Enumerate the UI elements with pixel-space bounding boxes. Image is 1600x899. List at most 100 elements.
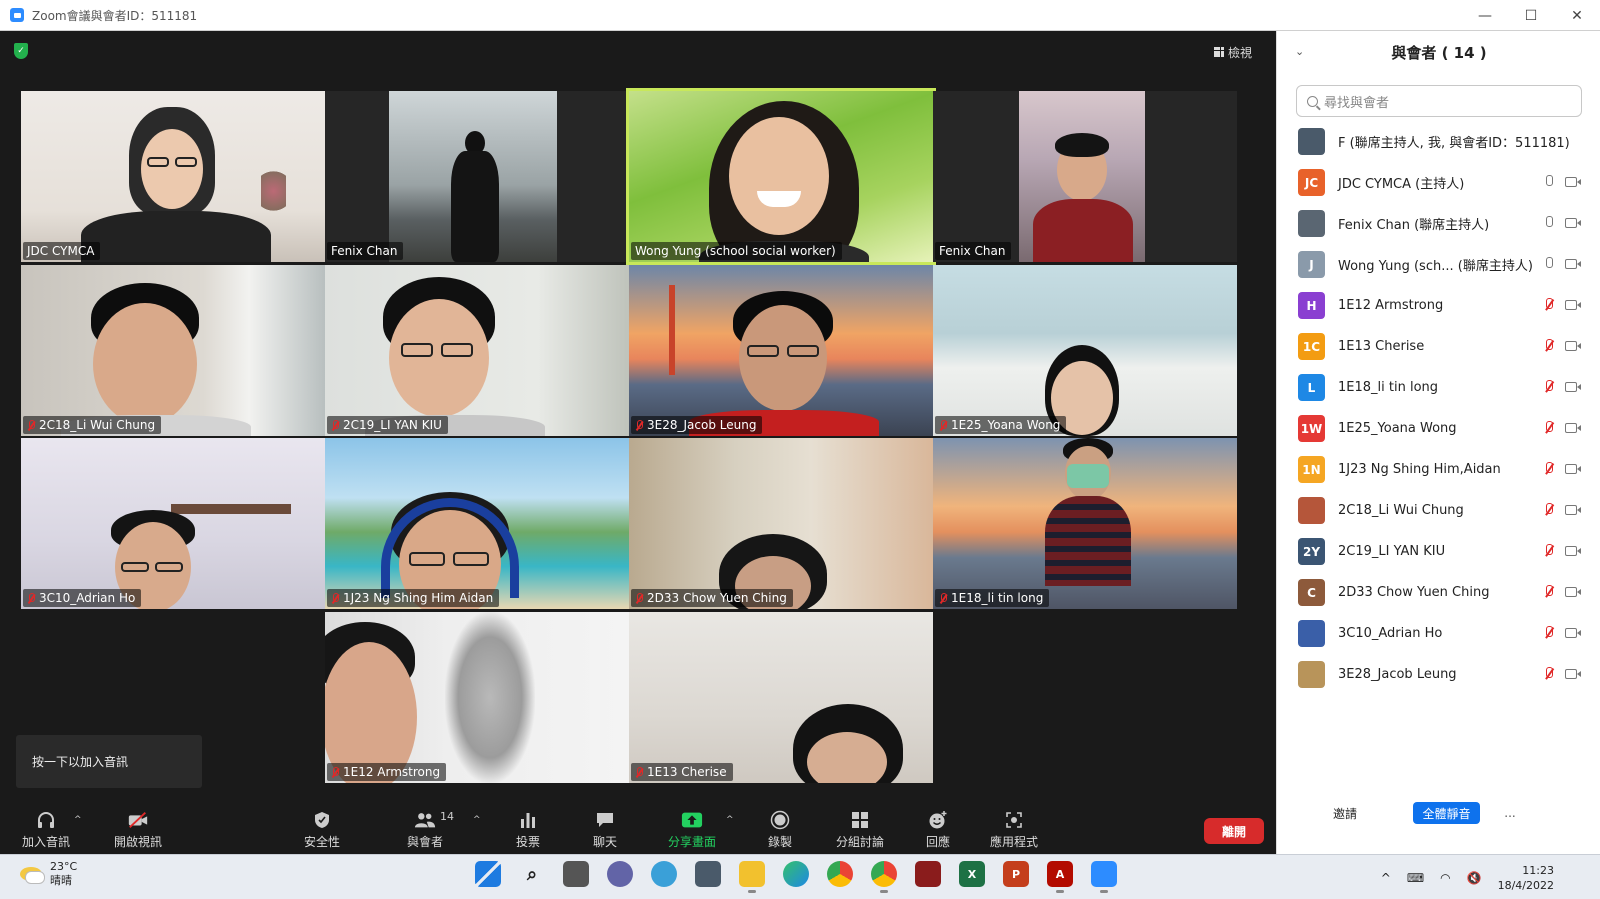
video-tile-11[interactable]: 1E18_li tin long: [933, 438, 1237, 609]
video-tile-8[interactable]: 3C10_Adrian Ho: [21, 438, 325, 609]
camera-icon[interactable]: [1565, 669, 1581, 679]
video-tile-10[interactable]: 2D33 Chow Yuen Ching: [629, 438, 933, 609]
tray-chevron-icon[interactable]: ^: [1381, 871, 1391, 885]
participant-row[interactable]: JC JDC CYMCA (主持人): [1277, 162, 1600, 203]
camera-icon[interactable]: [1565, 259, 1581, 269]
polls-button[interactable]: 投票: [510, 805, 546, 854]
share-options-chevron-icon[interactable]: ^: [726, 815, 734, 825]
zoom-app-icon[interactable]: [1091, 861, 1117, 893]
excel-icon[interactable]: X: [959, 861, 985, 887]
participant-row[interactable]: 2Y 2C19_LI YAN KIU: [1277, 531, 1600, 572]
video-tile-6[interactable]: 3E28_Jacob Leung: [629, 265, 933, 436]
app-icon[interactable]: [915, 861, 941, 887]
participant-row[interactable]: 1N 1J23 Ng Shing Him,Aidan: [1277, 449, 1600, 490]
leave-button[interactable]: 離開: [1204, 818, 1264, 844]
mic-muted-icon[interactable]: [1544, 544, 1554, 558]
calculator-icon[interactable]: [695, 861, 721, 887]
maximize-button[interactable]: ☐: [1508, 0, 1554, 31]
tile-label: 3E28_Jacob Leung: [631, 416, 763, 434]
apps-button[interactable]: 應用程式: [986, 805, 1042, 854]
chrome-icon[interactable]: [827, 861, 853, 887]
file-explorer-icon[interactable]: [739, 861, 765, 893]
camera-icon[interactable]: [1565, 505, 1581, 515]
participant-row[interactable]: 1W 1E25_Yoana Wong: [1277, 408, 1600, 449]
join-audio-button[interactable]: 加入音訊: [20, 805, 72, 854]
powerpoint-icon[interactable]: P: [1003, 861, 1029, 887]
mic-icon[interactable]: [1544, 216, 1554, 230]
view-button[interactable]: 檢視: [1208, 41, 1258, 63]
system-clock[interactable]: 11:23 18/4/2022: [1498, 863, 1554, 893]
mic-muted-icon[interactable]: [1544, 421, 1554, 435]
participant-row[interactable]: 2C18_Li Wui Chung: [1277, 490, 1600, 531]
participant-search-input[interactable]: 尋找與會者: [1296, 85, 1582, 117]
audio-options-chevron-icon[interactable]: ^: [74, 815, 82, 825]
video-tile-12[interactable]: 1E12 Armstrong: [325, 612, 629, 783]
video-tile-7[interactable]: 1E25_Yoana Wong: [933, 265, 1237, 436]
mic-icon[interactable]: [1544, 175, 1554, 189]
windows-start-icon[interactable]: [475, 861, 501, 887]
reactions-button[interactable]: 回應: [920, 805, 956, 854]
mic-muted-icon[interactable]: [1544, 626, 1554, 640]
mic-muted-icon[interactable]: [1544, 667, 1554, 681]
task-view-icon[interactable]: [563, 861, 589, 887]
camera-icon[interactable]: [1565, 177, 1581, 187]
video-tile-1[interactable]: Fenix Chan: [325, 91, 629, 262]
chat-button[interactable]: 聊天: [587, 805, 623, 854]
mic-muted-icon[interactable]: [1544, 462, 1554, 476]
chrome-profile-icon[interactable]: [871, 861, 897, 893]
camera-icon[interactable]: [1565, 423, 1581, 433]
ime-icon[interactable]: ⌨: [1407, 871, 1424, 885]
close-button[interactable]: ✕: [1554, 0, 1600, 31]
weather-widget[interactable]: 23°C 晴晴: [20, 860, 77, 888]
record-button[interactable]: 錄製: [762, 805, 798, 854]
participant-row[interactable]: 3C10_Adrian Ho: [1277, 613, 1600, 654]
mic-muted-icon[interactable]: [1544, 339, 1554, 353]
camera-icon[interactable]: [1565, 546, 1581, 556]
mic-muted-icon[interactable]: [1544, 380, 1554, 394]
volume-muted-icon[interactable]: 🔇: [1467, 871, 1482, 885]
camera-icon[interactable]: [1565, 587, 1581, 597]
widgets-icon[interactable]: [651, 861, 677, 887]
mic-muted-icon[interactable]: [1544, 585, 1554, 599]
mic-icon[interactable]: [1544, 257, 1554, 271]
camera-icon[interactable]: [1565, 382, 1581, 392]
video-tile-0[interactable]: JDC CYMCA: [21, 91, 325, 262]
camera-icon[interactable]: [1565, 628, 1581, 638]
wifi-icon[interactable]: ◠: [1440, 871, 1450, 885]
invite-button[interactable]: 邀請: [1315, 802, 1375, 824]
video-tile-5[interactable]: 2C19_LI YAN KIU: [325, 265, 629, 436]
encryption-shield-icon[interactable]: ✓: [14, 43, 28, 59]
participants-chevron-icon[interactable]: ^: [473, 815, 481, 825]
participant-row[interactable]: H 1E12 Armstrong: [1277, 285, 1600, 326]
participant-row[interactable]: 3E28_Jacob Leung: [1277, 654, 1600, 695]
tile-label: 1E13 Cherise: [631, 763, 733, 781]
video-tile-2[interactable]: Wong Yung (school social worker): [626, 88, 936, 265]
share-screen-button[interactable]: 分享畫面: [664, 805, 720, 854]
search-icon[interactable]: ⌕: [519, 861, 545, 887]
participant-row[interactable]: L 1E18_li tin long: [1277, 367, 1600, 408]
camera-icon[interactable]: [1565, 218, 1581, 228]
mic-muted-icon[interactable]: [1544, 503, 1554, 517]
video-tile-9[interactable]: 1J23 Ng Shing Him Aidan: [325, 438, 629, 609]
participant-row[interactable]: Fenix Chan (聯席主持人): [1277, 203, 1600, 244]
mute-all-button[interactable]: 全體靜音: [1413, 802, 1480, 824]
video-tile-13[interactable]: 1E13 Cherise: [629, 612, 933, 783]
video-tile-4[interactable]: 2C18_Li Wui Chung: [21, 265, 325, 436]
teams-chat-icon[interactable]: [607, 861, 633, 887]
edge-browser-icon[interactable]: [783, 861, 809, 887]
mic-muted-icon[interactable]: [1544, 298, 1554, 312]
security-button[interactable]: 安全性: [300, 805, 344, 854]
participant-row[interactable]: 1C 1E13 Cherise: [1277, 326, 1600, 367]
acrobat-icon[interactable]: A: [1047, 861, 1073, 893]
camera-icon[interactable]: [1565, 341, 1581, 351]
participant-row[interactable]: F (聯席主持人, 我, 與會者ID：511181): [1277, 121, 1600, 162]
participant-row[interactable]: J Wong Yung (sch... (聯席主持人): [1277, 244, 1600, 285]
participant-row[interactable]: C 2D33 Chow Yuen Ching: [1277, 572, 1600, 613]
camera-icon[interactable]: [1565, 464, 1581, 474]
video-tile-3[interactable]: Fenix Chan: [933, 91, 1237, 262]
breakout-rooms-button[interactable]: 分組討論: [832, 805, 888, 854]
camera-icon[interactable]: [1565, 300, 1581, 310]
start-video-button[interactable]: 開啟視訊: [110, 805, 166, 854]
more-options-button[interactable]: ...: [1495, 802, 1525, 824]
minimize-button[interactable]: —: [1462, 0, 1508, 31]
